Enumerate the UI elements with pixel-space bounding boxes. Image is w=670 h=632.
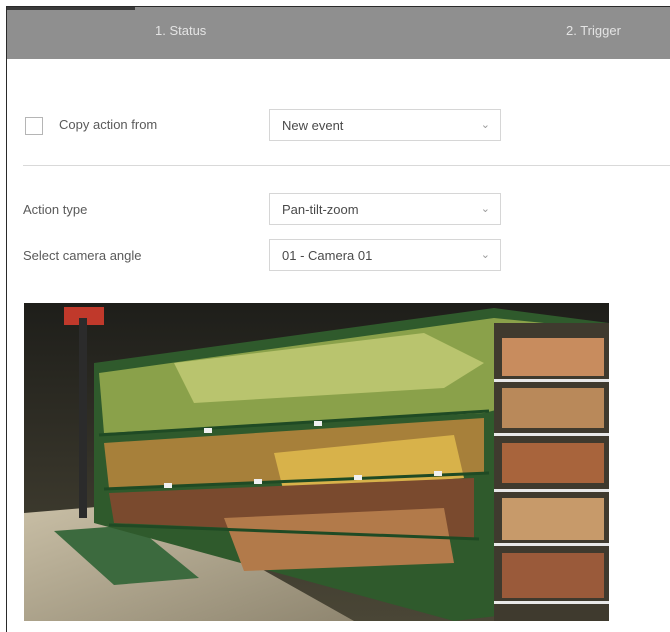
camera-angle-label: Select camera angle: [23, 248, 142, 263]
chevron-down-icon: ⌄: [480, 203, 490, 215]
camera-preview-graphic: [24, 303, 609, 621]
chevron-down-icon: ⌄: [480, 249, 490, 261]
action-type-select[interactable]: Pan-tilt-zoom ⌄: [269, 193, 501, 225]
chevron-down-icon: ⌄: [480, 119, 490, 131]
copy-action-select[interactable]: New event ⌄: [269, 109, 501, 141]
app-frame: 1. Status 2. Trigger Copy action from Ne…: [6, 6, 670, 632]
camera-preview-image: [24, 303, 609, 621]
camera-angle-select-value: 01 - Camera 01: [282, 248, 373, 263]
copy-action-checkbox[interactable]: [25, 117, 43, 135]
active-tab-indicator: [7, 7, 135, 10]
section-divider: [23, 165, 670, 166]
tab-status[interactable]: 1. Status: [155, 23, 206, 38]
wizard-tab-bar: 1. Status 2. Trigger: [7, 7, 670, 59]
action-type-label: Action type: [23, 202, 88, 217]
copy-action-label: Copy action from: [59, 117, 158, 132]
copy-action-select-value: New event: [282, 118, 344, 133]
tab-trigger[interactable]: 2. Trigger: [566, 23, 621, 38]
camera-angle-select[interactable]: 01 - Camera 01 ⌄: [269, 239, 501, 271]
action-type-select-value: Pan-tilt-zoom: [282, 202, 359, 217]
